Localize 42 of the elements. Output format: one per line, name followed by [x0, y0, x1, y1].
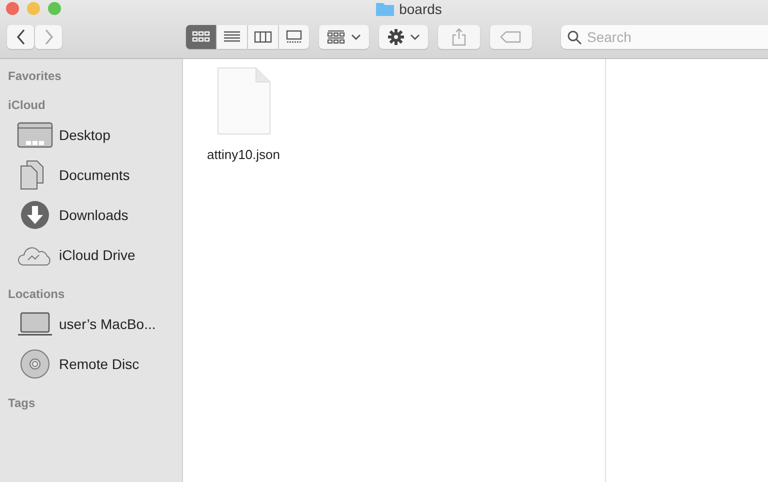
action-button[interactable] [378, 25, 428, 49]
sidebar-label: Remote Disc [59, 356, 140, 372]
group-button[interactable] [319, 25, 369, 49]
sidebar-heading: Locations [7, 286, 66, 303]
sidebar-item[interactable]: iCloud Drive [0, 235, 182, 275]
gallery-view-button[interactable] [279, 25, 309, 49]
desktop-icon [17, 120, 53, 150]
columns-icon [254, 30, 272, 44]
list-view-button[interactable] [217, 25, 247, 49]
sidebar-item[interactable]: Remote Disc [0, 344, 182, 384]
sidebar-heading: Favorites [7, 68, 62, 85]
search-field[interactable]: Search [561, 25, 768, 49]
columns-view-button[interactable] [248, 25, 278, 49]
icons-view-button[interactable] [186, 25, 216, 49]
caret-icon [410, 34, 420, 40]
sidebar-item[interactable]: user’s MacBo... [0, 304, 182, 344]
back-button[interactable] [7, 25, 34, 49]
sidebar-item[interactable]: Documents [0, 155, 182, 195]
sidebar-label: Documents [59, 167, 130, 183]
list-icon [223, 30, 241, 44]
sidebar-label: iCloud Drive [59, 247, 136, 263]
forward-icon [44, 29, 54, 45]
sidebar-item[interactable]: Downloads [0, 195, 182, 235]
share-icon [452, 28, 466, 46]
group-icon [326, 30, 345, 44]
folder-icon [376, 2, 394, 16]
icon-grid-icon [192, 30, 210, 44]
back-icon [16, 29, 26, 45]
file-item[interactable]: attiny10.json [207, 67, 280, 162]
sidebar-label: Desktop [59, 127, 110, 143]
window-title: boards [399, 1, 442, 17]
document-icon [216, 67, 270, 135]
tag-icon [500, 31, 522, 43]
gear-icon [388, 29, 404, 45]
sidebar-item[interactable]: Desktop [0, 115, 182, 155]
sidebar-heading: iCloud [7, 97, 46, 114]
sidebar-label: user’s MacBo... [59, 316, 156, 332]
sidebar-label: Downloads [59, 207, 128, 223]
sidebar-heading: Tags [7, 395, 36, 412]
caret-icon [350, 34, 361, 40]
gallery-icon [285, 30, 303, 44]
file-name: attiny10.json [207, 147, 280, 162]
